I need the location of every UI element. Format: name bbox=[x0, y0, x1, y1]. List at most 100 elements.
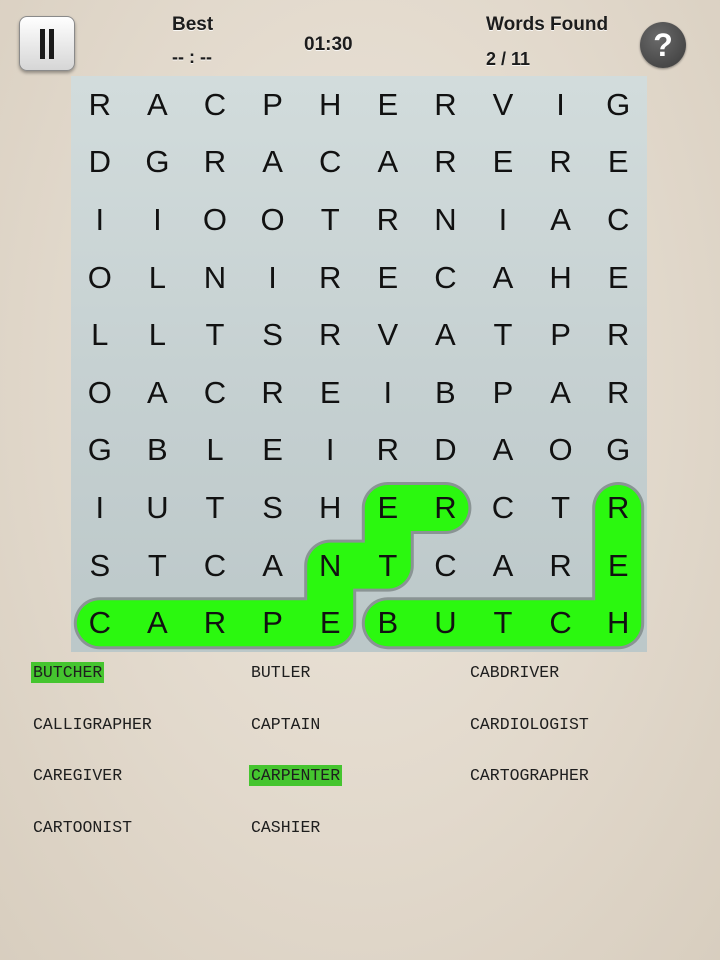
pause-button[interactable] bbox=[19, 16, 75, 71]
grid-cell[interactable]: S bbox=[244, 479, 302, 537]
grid-cell[interactable]: A bbox=[129, 76, 187, 134]
grid-cell[interactable]: O bbox=[186, 191, 244, 249]
grid-cell[interactable]: D bbox=[417, 422, 475, 480]
grid-cell[interactable]: P bbox=[532, 306, 590, 364]
help-button[interactable]: ? bbox=[640, 22, 686, 68]
grid-cell[interactable]: C bbox=[186, 364, 244, 422]
grid-cell[interactable]: R bbox=[359, 191, 417, 249]
grid-cell[interactable]: L bbox=[71, 306, 129, 364]
grid-cell[interactable]: U bbox=[129, 479, 187, 537]
grid-cell[interactable]: B bbox=[417, 364, 475, 422]
grid-cell[interactable]: S bbox=[244, 306, 302, 364]
grid-cell[interactable]: R bbox=[186, 594, 244, 652]
grid-cell[interactable]: E bbox=[359, 479, 417, 537]
grid-cell[interactable]: A bbox=[474, 249, 532, 307]
grid-cell[interactable]: R bbox=[359, 422, 417, 480]
grid-cell[interactable]: A bbox=[244, 537, 302, 595]
grid-cell[interactable]: R bbox=[301, 249, 359, 307]
grid-cell[interactable]: I bbox=[71, 191, 129, 249]
grid-cell[interactable]: B bbox=[129, 422, 187, 480]
grid-cell[interactable]: H bbox=[589, 594, 647, 652]
grid-cell[interactable]: C bbox=[474, 479, 532, 537]
grid-cell[interactable]: A bbox=[532, 191, 590, 249]
grid-cell[interactable]: I bbox=[129, 191, 187, 249]
grid-cell[interactable]: E bbox=[359, 76, 417, 134]
grid-cell[interactable]: C bbox=[301, 134, 359, 192]
grid-cell[interactable]: I bbox=[244, 249, 302, 307]
grid-cell[interactable]: R bbox=[532, 537, 590, 595]
grid-cell[interactable]: E bbox=[244, 422, 302, 480]
grid-cell[interactable]: A bbox=[474, 537, 532, 595]
grid-cell[interactable]: N bbox=[186, 249, 244, 307]
grid-cell[interactable]: H bbox=[301, 479, 359, 537]
grid-cell[interactable]: R bbox=[417, 134, 475, 192]
grid-cell[interactable]: T bbox=[474, 594, 532, 652]
grid-cell[interactable]: R bbox=[417, 479, 475, 537]
grid-cell[interactable]: T bbox=[532, 479, 590, 537]
grid-cell[interactable]: R bbox=[589, 364, 647, 422]
grid-cell[interactable]: A bbox=[129, 364, 187, 422]
grid-cell[interactable]: I bbox=[71, 479, 129, 537]
grid-cell[interactable]: I bbox=[301, 422, 359, 480]
grid-cell[interactable]: R bbox=[589, 479, 647, 537]
grid-cell[interactable]: E bbox=[474, 134, 532, 192]
grid-cell[interactable]: O bbox=[244, 191, 302, 249]
grid-cell[interactable]: B bbox=[359, 594, 417, 652]
grid-cell[interactable]: S bbox=[71, 537, 129, 595]
grid-cell[interactable]: I bbox=[474, 191, 532, 249]
grid-cell[interactable]: A bbox=[359, 134, 417, 192]
grid-cell[interactable]: R bbox=[244, 364, 302, 422]
grid-cell[interactable]: G bbox=[129, 134, 187, 192]
grid-cell[interactable]: N bbox=[301, 537, 359, 595]
grid-cell[interactable]: R bbox=[71, 76, 129, 134]
grid-cell[interactable]: T bbox=[186, 479, 244, 537]
grid-cell[interactable]: L bbox=[129, 249, 187, 307]
grid-cell[interactable]: T bbox=[359, 537, 417, 595]
grid-cell[interactable]: G bbox=[71, 422, 129, 480]
grid-cell[interactable]: T bbox=[186, 306, 244, 364]
grid-cell[interactable]: C bbox=[589, 191, 647, 249]
grid-cell[interactable]: G bbox=[589, 422, 647, 480]
grid-cell[interactable]: R bbox=[417, 76, 475, 134]
grid-cell[interactable]: R bbox=[589, 306, 647, 364]
grid-cell[interactable]: E bbox=[589, 537, 647, 595]
grid-cell[interactable]: N bbox=[417, 191, 475, 249]
grid-cell[interactable]: A bbox=[532, 364, 590, 422]
grid-cell[interactable]: P bbox=[244, 76, 302, 134]
grid-cell[interactable]: T bbox=[474, 306, 532, 364]
grid-cell[interactable]: E bbox=[359, 249, 417, 307]
grid-cell[interactable]: I bbox=[359, 364, 417, 422]
grid-cell[interactable]: C bbox=[532, 594, 590, 652]
grid-cell[interactable]: P bbox=[474, 364, 532, 422]
grid-cell[interactable]: T bbox=[301, 191, 359, 249]
grid-cell[interactable]: U bbox=[417, 594, 475, 652]
grid-cell[interactable]: E bbox=[301, 364, 359, 422]
grid-cell[interactable]: C bbox=[71, 594, 129, 652]
grid-cell[interactable]: C bbox=[186, 76, 244, 134]
grid-cell[interactable]: E bbox=[301, 594, 359, 652]
grid-cell[interactable]: I bbox=[532, 76, 590, 134]
grid-cell[interactable]: D bbox=[71, 134, 129, 192]
grid-cell[interactable]: V bbox=[359, 306, 417, 364]
grid-cell[interactable]: H bbox=[532, 249, 590, 307]
grid-cell[interactable]: A bbox=[474, 422, 532, 480]
grid-cell[interactable]: R bbox=[532, 134, 590, 192]
grid-cell[interactable]: A bbox=[244, 134, 302, 192]
grid-cell[interactable]: H bbox=[301, 76, 359, 134]
grid-cell[interactable]: R bbox=[186, 134, 244, 192]
grid-cell[interactable]: L bbox=[129, 306, 187, 364]
grid-cell[interactable]: P bbox=[244, 594, 302, 652]
grid-cell[interactable]: T bbox=[129, 537, 187, 595]
grid-cell[interactable]: L bbox=[186, 422, 244, 480]
grid-cell[interactable]: O bbox=[71, 249, 129, 307]
grid-cell[interactable]: V bbox=[474, 76, 532, 134]
grid-cell[interactable]: C bbox=[417, 537, 475, 595]
grid-cell[interactable]: R bbox=[301, 306, 359, 364]
grid-cell[interactable]: A bbox=[129, 594, 187, 652]
grid-cell[interactable]: O bbox=[532, 422, 590, 480]
grid-cell[interactable]: A bbox=[417, 306, 475, 364]
grid-cell[interactable]: E bbox=[589, 249, 647, 307]
grid-cell[interactable]: G bbox=[589, 76, 647, 134]
grid-cell[interactable]: C bbox=[417, 249, 475, 307]
grid-cell[interactable]: C bbox=[186, 537, 244, 595]
